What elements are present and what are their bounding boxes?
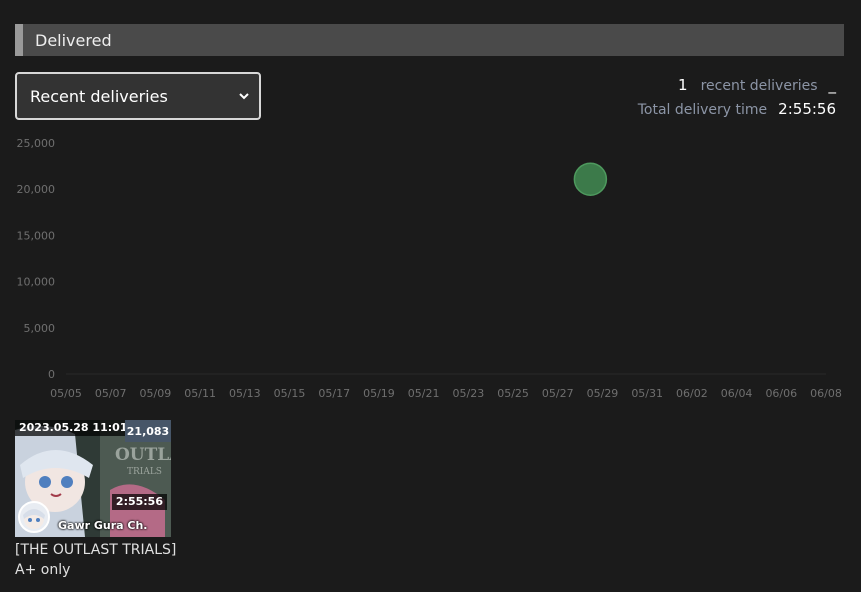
recent-count: 1 <box>678 76 688 94</box>
delivery-filter-value: Recent deliveries <box>30 86 168 106</box>
x-tick-label: 06/08 <box>810 387 842 400</box>
view-count: 21,083 <box>126 424 170 438</box>
x-tick-label: 06/06 <box>765 387 797 400</box>
channel-avatar <box>18 501 50 533</box>
data-point[interactable] <box>573 162 608 196</box>
total-time-value: 2:55:56 <box>778 100 836 118</box>
video-card[interactable]: OUTLAST TRIALS 2023.05.28 11:01 21,083 2… <box>15 420 171 537</box>
y-tick-label: 15,000 <box>17 229 56 242</box>
view-count-badge: 21,083 <box>125 420 171 442</box>
x-tick-label: 05/31 <box>631 387 663 400</box>
y-tick-label: 5,000 <box>24 322 56 335</box>
x-tick-label: 05/27 <box>542 387 574 400</box>
svg-text:OUTLAST: OUTLAST <box>115 445 171 465</box>
video-subtitle: A+ only <box>15 562 71 578</box>
recent-count-label: recent deliveries <box>700 78 818 94</box>
x-tick-label: 05/19 <box>363 387 395 400</box>
x-tick-label: 05/23 <box>453 387 485 400</box>
delivery-scatter-chart: 25,000 20,000 15,000 10,000 5,000 0 05/05 05/07… <box>17 137 842 400</box>
channel-name: Gawr Gura Ch. <box>58 519 148 532</box>
x-tick-label: 05/05 <box>50 387 82 400</box>
delivery-filter-select[interactable]: Recent deliveries <box>15 72 261 120</box>
x-tick-label: 05/15 <box>274 387 306 400</box>
x-tick-label: 05/07 <box>95 387 127 400</box>
recent-count-suffix: _ <box>828 76 837 94</box>
section-title: Delivered <box>35 30 112 50</box>
x-tick-label: 06/02 <box>676 387 708 400</box>
x-tick-label: 05/29 <box>587 387 619 400</box>
total-time-label: Total delivery time <box>637 102 768 118</box>
svg-text:TRIALS: TRIALS <box>127 467 162 477</box>
x-tick-label: 05/11 <box>184 387 216 400</box>
video-datetime: 2023.05.28 11:01 <box>15 420 132 436</box>
video-duration: 2:55:56 <box>111 494 167 510</box>
x-tick-label: 05/09 <box>140 387 172 400</box>
y-tick-label: 0 <box>48 368 55 381</box>
recent-count-row: 1 recent deliveries _ <box>678 76 836 94</box>
total-time-row: Total delivery time 2:55:56 <box>638 100 836 118</box>
y-tick-label: 10,000 <box>17 276 56 289</box>
x-tick-label: 06/04 <box>721 387 753 400</box>
x-tick-label: 05/21 <box>408 387 440 400</box>
y-tick-label: 20,000 <box>17 183 56 196</box>
section-header: Delivered <box>15 24 844 56</box>
avatar-image <box>23 509 45 529</box>
x-tick-label: 05/25 <box>497 387 529 400</box>
chevron-down-icon <box>239 93 249 100</box>
x-tick-label: 05/13 <box>229 387 261 400</box>
video-title[interactable]: [THE OUTLAST TRIALS] <box>15 540 176 560</box>
y-tick-label: 25,000 <box>17 137 56 150</box>
x-tick-label: 05/17 <box>318 387 350 400</box>
